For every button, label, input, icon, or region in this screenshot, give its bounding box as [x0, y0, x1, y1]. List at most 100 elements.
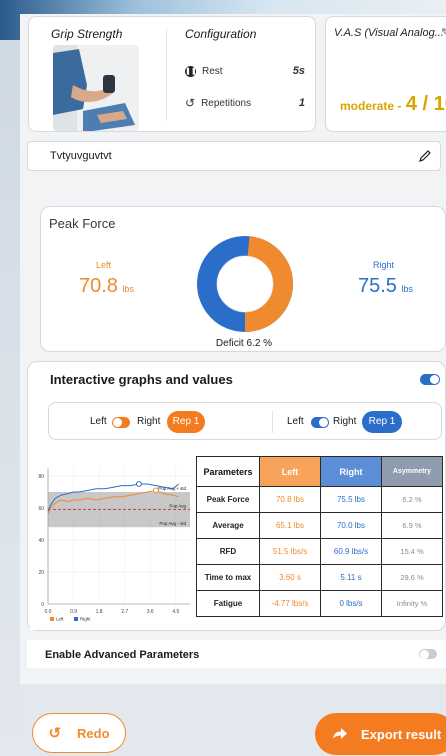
- interactive-title: Interactive graphs and values: [50, 372, 233, 387]
- right-peak-unit: lbs: [401, 284, 413, 294]
- right-cell: 75.5 lbs: [320, 486, 382, 513]
- group2-rep-button[interactable]: Rep 1: [362, 411, 402, 433]
- legend-label-right: Right: [80, 617, 91, 622]
- header-asymmetry: Asymmetry: [381, 456, 443, 487]
- asymmetry-cell: 15.4 %: [381, 538, 443, 565]
- left-cell: 70.8 lbs: [259, 486, 321, 513]
- deficit-text: Deficit 6.2 %: [215, 338, 273, 349]
- y-tick-label: 60: [38, 506, 44, 512]
- peak-force-title: Peak Force: [49, 216, 116, 231]
- legend-label-left: Left: [56, 617, 64, 622]
- donut-hole: [220, 259, 270, 309]
- table-row: Average 65.1 lbs 70.0 lbs 6.9 %: [196, 512, 443, 539]
- card-divider: [166, 29, 167, 121]
- group1-side-toggle[interactable]: [112, 417, 130, 428]
- export-result-button[interactable]: Export result: [315, 713, 446, 755]
- session-name-value: Tvtyuvguvtvt: [50, 150, 112, 162]
- row-label: Fatigue: [196, 590, 260, 617]
- share-arrow-icon: [333, 728, 347, 739]
- repetitions-value: 1: [298, 97, 305, 109]
- undo-icon: ↺: [48, 725, 62, 742]
- advanced-parameters-label: Enable Advanced Parameters: [45, 649, 200, 661]
- redo-label: Redo: [77, 725, 110, 741]
- right-peak-value: 75.5 lbs: [358, 275, 413, 298]
- table-row: Fatigue -4.77 lbs/s 0 lbs/s Infinity %: [196, 590, 443, 617]
- right-cell: 70.0 lbs: [320, 512, 382, 539]
- peak-marker-left: [153, 487, 159, 494]
- exercise-photo: [53, 45, 139, 131]
- x-tick-label: 0.9: [70, 609, 77, 615]
- annotation-pop-avg: Pop Avg: [169, 504, 186, 509]
- rep-selector: Left Right Rep 1 Left Right Rep 1: [48, 402, 442, 440]
- group2-right-label: Right: [333, 416, 357, 427]
- force-time-chart[interactable]: 0204060800.0 0.9 1.8 2.7 3.6 4.5Pop Avg + std…: [30, 460, 196, 630]
- interactive-toggle[interactable]: [420, 374, 440, 385]
- vas-card[interactable]: V.A.S (Visual Analog... ✎ moderate - 4 /…: [325, 16, 446, 132]
- group2-left-label: Left: [287, 416, 304, 427]
- right-peak-number: 75.5: [358, 275, 397, 297]
- row-label: Average: [196, 512, 260, 539]
- configuration-title: Configuration: [185, 27, 257, 41]
- redo-button[interactable]: ↺ Redo: [32, 713, 126, 753]
- peak-marker-right: [135, 481, 142, 487]
- pause-icon: ❚❚: [185, 65, 197, 77]
- group2-side-toggle[interactable]: [311, 417, 329, 428]
- x-tick-label: 4.5: [172, 609, 179, 615]
- right-cell: 5.11 s: [320, 564, 382, 591]
- advanced-parameters-toggle[interactable]: [419, 649, 437, 659]
- advanced-parameters-row: Enable Advanced Parameters: [27, 640, 446, 668]
- peak-force-card: Peak Force Left 70.8 lbs Right 75.5 lbs …: [40, 206, 446, 352]
- y-tick-label: 20: [38, 570, 44, 576]
- y-tick-label: 40: [38, 538, 44, 544]
- side-background: [0, 40, 20, 756]
- left-cell: 51.5 lbs/s: [259, 538, 321, 565]
- y-tick-label: 80: [38, 474, 44, 480]
- left-label: Left: [96, 260, 112, 270]
- x-tick-label: 1.8: [96, 609, 103, 615]
- left-cell: -4.77 lbs/s: [259, 590, 321, 617]
- selector-divider: [272, 411, 273, 433]
- vas-score: moderate - 4 / 10: [340, 93, 446, 116]
- row-label: RFD: [196, 538, 260, 565]
- header-right: Right: [320, 456, 382, 487]
- x-tick-label: 2.7: [121, 609, 128, 615]
- peak-force-donut: [197, 236, 293, 332]
- export-label: Export result: [361, 726, 442, 742]
- left-peak-value: 70.8 lbs: [79, 275, 134, 298]
- rest-value: 5s: [292, 65, 305, 77]
- left-cell: 3.60 s: [259, 564, 321, 591]
- right-cell: 0 lbs/s: [320, 590, 382, 617]
- asymmetry-cell: 6.2 %: [381, 486, 443, 513]
- pencil-icon[interactable]: [418, 149, 432, 163]
- asymmetry-cell: 6.9 %: [381, 512, 443, 539]
- repetitions-label: Repetitions: [201, 97, 252, 109]
- pencil-icon[interactable]: ✎: [441, 26, 446, 39]
- group1-left-label: Left: [90, 416, 107, 427]
- header-parameters: Parameters: [196, 456, 260, 487]
- row-label: Peak Force: [196, 486, 260, 513]
- group1-right-label: Right: [137, 416, 161, 427]
- left-peak-number: 70.8: [79, 275, 118, 297]
- session-name-field[interactable]: Tvtyuvguvtvt: [27, 141, 441, 171]
- x-tick-label: 3.6: [147, 609, 154, 615]
- annotation-pop-avg-minus-std: Pop Avg - std: [159, 521, 186, 526]
- table-row: Time to max 3.60 s 5.11 s 29.6 %: [196, 564, 443, 591]
- vas-level: moderate -: [340, 99, 402, 113]
- rest-row: ❚❚ Rest 5s: [185, 65, 305, 77]
- left-cell: 65.1 lbs: [259, 512, 321, 539]
- y-tick-label: 0: [41, 602, 44, 608]
- table-row: RFD 51.5 lbs/s 60.9 lbs/s 15.4 %: [196, 538, 443, 565]
- asymmetry-cell: 29.6 %: [381, 564, 443, 591]
- legend-swatch-right: [74, 617, 78, 621]
- repetitions-row: ↺ Repetitions 1: [185, 95, 305, 110]
- table-row: Peak Force 70.8 lbs 75.5 lbs 6.2 %: [196, 486, 443, 513]
- header-left: Left: [259, 456, 321, 487]
- interactive-card: Interactive graphs and values Left Right…: [27, 361, 446, 631]
- x-tick-label: 0.0: [45, 609, 52, 615]
- repeat-icon: ↺: [185, 95, 196, 110]
- exercise-title: Grip Strength: [51, 27, 123, 41]
- vas-title: V.A.S (Visual Analog...: [334, 27, 444, 39]
- asymmetry-cell: Infinity %: [381, 590, 443, 617]
- group1-rep-button[interactable]: Rep 1: [167, 411, 205, 433]
- vas-score-value: 4 / 10: [405, 93, 446, 115]
